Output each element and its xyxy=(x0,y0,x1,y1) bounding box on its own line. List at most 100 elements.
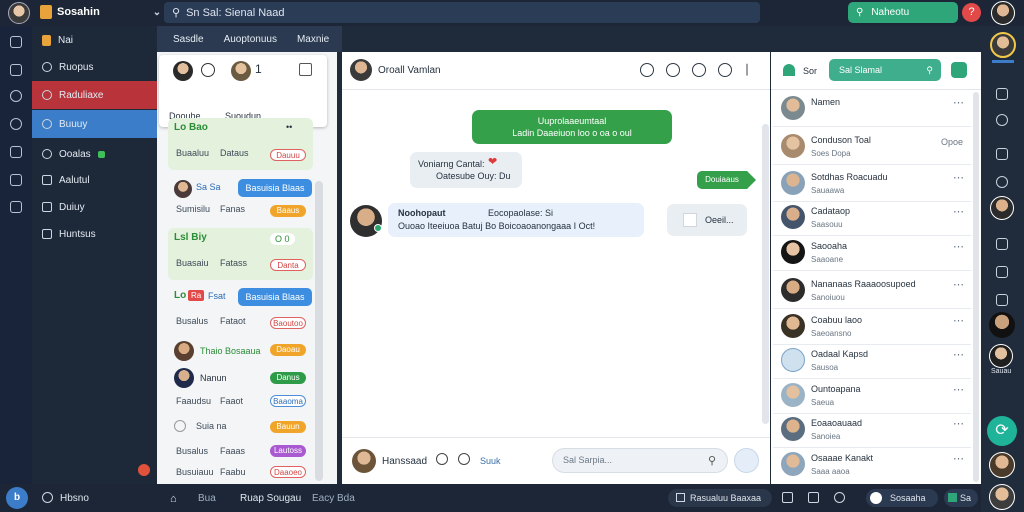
link-icon[interactable] xyxy=(996,176,1008,188)
info-icon[interactable] xyxy=(666,63,680,77)
lock-icon[interactable] xyxy=(640,63,654,77)
chat-scrollbar[interactable] xyxy=(762,124,769,424)
tools-icon[interactable] xyxy=(996,294,1008,306)
tab-1[interactable]: Auoptonuus xyxy=(224,34,277,45)
chart-icon[interactable] xyxy=(996,266,1008,278)
more-icon[interactable]: ⋯ xyxy=(953,240,965,253)
person-row[interactable]: Conduson Toal Soes Dopa Opoe xyxy=(773,130,971,165)
tab-0[interactable]: Sasdle xyxy=(173,34,204,45)
video-icon[interactable] xyxy=(692,63,706,77)
list-scrollbar[interactable] xyxy=(315,181,323,481)
person-row[interactable]: Coabuu laoo Saeoansno ⋯ xyxy=(773,310,971,345)
nav-item-3[interactable]: Buuuy xyxy=(32,110,157,138)
nav-item-2[interactable]: Raduliaxe xyxy=(32,81,157,109)
bottom-label[interactable]: Bua xyxy=(198,493,216,504)
check-icon[interactable] xyxy=(10,36,22,48)
bottom-label[interactable]: Eacy Bda xyxy=(312,493,355,504)
bottom-action[interactable]: Sa xyxy=(944,489,978,507)
table-icon[interactable] xyxy=(996,238,1008,250)
attachment-card[interactable]: Oeeil... xyxy=(667,204,747,236)
bottom-action[interactable]: Sosaaha xyxy=(866,489,938,507)
person-row[interactable]: Eoaaoauaad Sanoiea ⋯ xyxy=(773,413,971,448)
nav-item-5[interactable]: Aalutul xyxy=(32,166,157,194)
list-item[interactable]: Thaio Bosaaua Daoau xyxy=(168,338,313,364)
composer-option[interactable]: Suuk xyxy=(480,456,501,466)
person-row[interactable]: Osaaae Kanakt Saaa aaoa ⋯ xyxy=(773,448,971,483)
list-item[interactable]: Lo Ra Fsat Basuisia Blaas Busalus Fataot… xyxy=(168,286,313,338)
nav-item-1[interactable]: Ruopus xyxy=(32,53,157,81)
avatar[interactable] xyxy=(350,59,372,81)
list-item[interactable]: Suia na Bauun xyxy=(168,416,313,438)
person-row[interactable]: Namen ⋯ xyxy=(773,92,971,127)
search-icon[interactable]: ⚲ xyxy=(708,454,716,467)
record-icon[interactable] xyxy=(10,90,22,102)
home-icon[interactable]: ⌂ xyxy=(170,493,177,505)
edit-icon[interactable] xyxy=(996,148,1008,160)
person-row[interactable]: Nananaas Raaaoosupoed Sanoiuou ⋯ xyxy=(773,274,971,309)
nav-item-4[interactable]: Ooalas xyxy=(32,140,157,168)
more-icon[interactable]: ⋯ xyxy=(953,348,965,361)
grid-icon[interactable] xyxy=(10,201,22,213)
user-avatar[interactable] xyxy=(991,1,1015,25)
help-button[interactable]: ? xyxy=(962,3,981,22)
list-item[interactable]: Busuiauu Faabu Daaoeo xyxy=(168,464,313,482)
send-button[interactable] xyxy=(734,448,759,473)
calendar-icon[interactable] xyxy=(10,64,22,76)
emoji-icon[interactable] xyxy=(436,453,448,465)
person-row[interactable]: Saooaha Saaoane ⋯ xyxy=(773,236,971,271)
avatar[interactable] xyxy=(990,196,1014,220)
expand-icon[interactable] xyxy=(299,63,312,76)
message-input[interactable]: Sal Sarpia... xyxy=(552,448,728,473)
people-search[interactable]: Sal Slamal ⚲ xyxy=(829,59,941,81)
add-icon[interactable] xyxy=(201,63,215,77)
tab-2[interactable]: Maxnie xyxy=(297,34,329,45)
list-item[interactable]: Faaudsu Faaot Baaoma xyxy=(168,392,313,412)
clock-icon[interactable] xyxy=(834,492,845,503)
more-icon[interactable]: ⋯ xyxy=(953,417,965,430)
document-icon[interactable] xyxy=(996,88,1008,100)
nav-item-7[interactable]: Huntsus xyxy=(32,220,157,248)
account-avatar[interactable] xyxy=(8,2,30,24)
image-icon[interactable] xyxy=(10,174,22,186)
app-logo-icon[interactable]: b xyxy=(6,487,28,509)
more-icon[interactable]: ⋯ xyxy=(953,278,965,291)
settings-icon[interactable] xyxy=(808,492,819,503)
attach-icon[interactable] xyxy=(458,453,470,465)
alert-icon[interactable] xyxy=(138,464,150,476)
avatar[interactable] xyxy=(989,344,1013,368)
document-icon[interactable] xyxy=(782,492,793,503)
avatar[interactable] xyxy=(989,312,1015,338)
person-row[interactable]: Sotdhas Roacuadu Sauaawa ⋯ xyxy=(773,167,971,202)
phone-icon[interactable] xyxy=(718,63,732,77)
help-icon[interactable] xyxy=(996,114,1008,126)
help-icon[interactable] xyxy=(10,118,22,130)
more-icon[interactable]: ⋯ xyxy=(953,171,965,184)
avatar[interactable] xyxy=(173,61,193,81)
bottom-label[interactable]: Ruap Sougau xyxy=(240,493,301,504)
workspace-switcher[interactable]: Sosahin ⌄ xyxy=(40,5,161,19)
more-icon[interactable]: ⋯ xyxy=(953,314,965,327)
bottom-label[interactable]: Hbsno xyxy=(60,493,89,504)
more-icon[interactable]: ⋯ xyxy=(953,205,965,218)
more-icon[interactable]: ∣ xyxy=(744,62,750,76)
avatar[interactable] xyxy=(990,32,1016,58)
avatar[interactable] xyxy=(989,452,1015,478)
list-item[interactable]: Nanun Danus xyxy=(168,366,313,392)
nav-item-0[interactable]: Nai xyxy=(32,26,157,54)
list-item[interactable]: Busalus Faaas Lautoss xyxy=(168,442,313,462)
compose-button[interactable]: ⟳ xyxy=(987,416,1017,446)
more-icon[interactable]: ⋯ xyxy=(953,96,965,109)
avatar[interactable] xyxy=(989,484,1015,510)
nav-item-6[interactable]: Duiuy xyxy=(32,193,157,221)
new-button[interactable]: ⚲ Naheotu xyxy=(848,2,958,23)
bottom-action[interactable]: Rasualuu Baaxaa xyxy=(668,489,772,507)
list-item[interactable]: Sa Sa Basuisia Blaas Sumisilu Fanas Baau… xyxy=(168,174,313,226)
global-search[interactable]: ⚲ Sn Sal: Sienal Naad xyxy=(164,2,760,23)
list-item[interactable]: Lo Bao •• Buaaluu Dataus Dauuu xyxy=(168,118,313,170)
person-row[interactable]: Ountoapana Saeua ⋯ xyxy=(773,379,971,414)
person-row[interactable]: Cadataop Saasouu ⋯ xyxy=(773,201,971,236)
list-item[interactable]: Lsl Biy O 0 Buasaiu Fatass Danta xyxy=(168,228,313,280)
chat-icon[interactable] xyxy=(10,146,22,158)
avatar[interactable] xyxy=(231,61,251,81)
menu-icon[interactable]: •• xyxy=(286,122,292,132)
